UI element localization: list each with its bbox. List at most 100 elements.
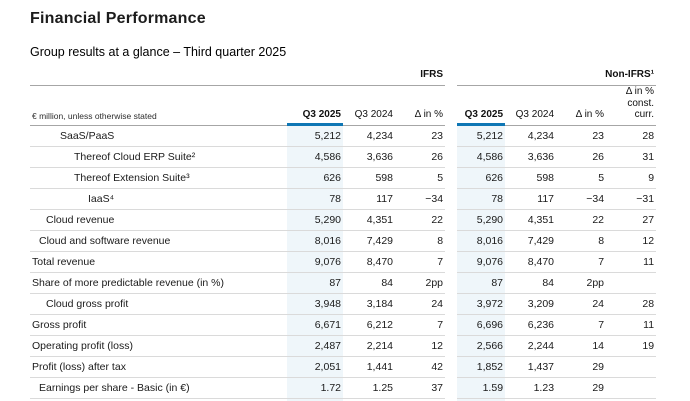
- row-label: Share of more predictable revenue (in %): [30, 272, 287, 294]
- column-gutter: [445, 86, 457, 126]
- column-gutter: [445, 356, 457, 377]
- row-label: Cloud gross profit: [30, 293, 287, 315]
- cell-value: 78: [457, 188, 506, 210]
- cell-value: 23: [556, 125, 607, 147]
- cell-value: 2,214: [343, 335, 395, 357]
- ifrs-delta-header: Δ in %: [395, 85, 446, 126]
- cell-value: 87: [457, 272, 506, 294]
- table-row: Total revenue 9,076 8,470 7 9,076 8,470 …: [30, 251, 657, 273]
- cell-value: 1,441: [343, 356, 395, 378]
- column-gutter: [445, 377, 457, 398]
- column-gutter: [445, 209, 457, 230]
- cell-value: 11: [606, 314, 657, 336]
- table-row: Profit (loss) after tax 2,051 1,441 42 1…: [30, 356, 657, 378]
- cell-value: 598: [343, 167, 395, 189]
- row-label: Operating profit (loss): [30, 335, 287, 357]
- cell-value: 1.23: [505, 377, 557, 399]
- cell-value: 29: [556, 377, 607, 399]
- cell-value: 4,586: [287, 146, 343, 168]
- table-row: Thereof Extension Suite³ 626 598 5 626 5…: [30, 167, 657, 189]
- row-label: SaaS/PaaS: [30, 125, 287, 147]
- cell-value: 7,429: [343, 230, 395, 252]
- column-gutter: [445, 293, 457, 314]
- column-gutter: [445, 335, 457, 356]
- table-row: IaaS⁴ 78 117 −34 78 117 −34 −31: [30, 188, 657, 210]
- cell-value: 6,236: [505, 314, 557, 336]
- cell-value: 7,429: [505, 230, 557, 252]
- cell-value: 626: [287, 167, 343, 189]
- table-row: Cloud revenue 5,290 4,351 22 5,290 4,351…: [30, 209, 657, 231]
- cell-value: 84: [505, 272, 557, 294]
- cell-value: 3,948: [287, 293, 343, 315]
- cell-value: 28: [606, 125, 657, 147]
- cell-value: 1.25: [343, 377, 395, 399]
- column-gutter: [445, 188, 457, 209]
- cell-value: 22: [395, 209, 446, 231]
- cell-value: 5: [395, 167, 446, 189]
- cell-value: 2,244: [505, 335, 557, 357]
- cell-value: 1.59: [457, 377, 506, 399]
- cell-value: 2pp: [395, 272, 446, 294]
- cell-value: 37: [395, 377, 446, 399]
- delta-cc-line2: const. curr.: [627, 97, 655, 121]
- cell-value: 29: [556, 356, 607, 378]
- cell-value: 2,566: [457, 335, 506, 357]
- group-header-row: IFRS Non-IFRS¹: [30, 61, 657, 86]
- cell-value: 1,852: [457, 356, 506, 378]
- ifrs-q3-2025-header: Q3 2025: [287, 85, 343, 126]
- cell-value: 84: [343, 272, 395, 294]
- cell-value: 12: [606, 230, 657, 252]
- cell-value: 26: [395, 146, 446, 168]
- cell-value: 6,212: [343, 314, 395, 336]
- cell-value: [606, 377, 657, 399]
- cell-value: 5,290: [287, 209, 343, 231]
- cell-value: 7: [395, 251, 446, 273]
- section-subtitle: Group results at a glance – Third quarte…: [30, 45, 287, 59]
- row-label: Gross profit: [30, 314, 287, 336]
- table-row: Earnings per share - Basic (in €) 1.72 1…: [30, 377, 657, 399]
- cell-value: 3,209: [505, 293, 557, 315]
- cell-value: 7: [556, 314, 607, 336]
- cell-value: 28: [606, 293, 657, 315]
- cell-value: [606, 272, 657, 294]
- delta-cc-line1: Δ in %: [625, 86, 655, 97]
- cell-value: 23: [395, 125, 446, 147]
- cell-value: 24: [556, 293, 607, 315]
- cell-value: 87: [287, 272, 343, 294]
- cell-value: 7: [395, 314, 446, 336]
- cell-value: 14: [556, 335, 607, 357]
- cell-value: 2pp: [556, 272, 607, 294]
- cell-value: 26: [556, 146, 607, 168]
- row-label: Cloud revenue: [30, 209, 287, 231]
- cell-value: 3,636: [343, 146, 395, 168]
- non-ifrs-group-header: Non-IFRS¹: [457, 61, 657, 86]
- cell-value: 8,470: [343, 251, 395, 273]
- table-row: Cloud gross profit 3,948 3,184 24 3,972 …: [30, 293, 657, 315]
- cell-value: 2,487: [287, 335, 343, 357]
- cell-value: 22: [556, 209, 607, 231]
- cell-value: 5,212: [457, 125, 506, 147]
- cell-value: 4,234: [505, 125, 557, 147]
- column-gutter: [445, 314, 457, 335]
- cell-value: 78: [287, 188, 343, 210]
- row-label: Earnings per share - Basic (in €): [30, 377, 287, 399]
- column-gutter: [445, 125, 457, 146]
- cell-value: 8: [395, 230, 446, 252]
- cell-value: 6,696: [457, 314, 506, 336]
- column-gutter: [445, 146, 457, 167]
- table-row: Operating profit (loss) 2,487 2,214 12 2…: [30, 335, 657, 357]
- cell-value: 3,184: [343, 293, 395, 315]
- cell-value: 3,636: [505, 146, 557, 168]
- cell-value: −34: [556, 188, 607, 210]
- ifrs-group-header: IFRS: [287, 61, 446, 86]
- row-label: Total revenue: [30, 251, 287, 273]
- cell-value: [606, 356, 657, 378]
- cell-value: 626: [457, 167, 506, 189]
- column-gutter: [445, 230, 457, 251]
- row-label: Thereof Cloud ERP Suite²: [30, 146, 287, 168]
- table-row: Thereof Cloud ERP Suite² 4,586 3,636 26 …: [30, 146, 657, 168]
- cell-value: 4,234: [343, 125, 395, 147]
- cell-value: 5,212: [287, 125, 343, 147]
- cell-value: 117: [505, 188, 557, 210]
- cell-value: 27: [606, 209, 657, 231]
